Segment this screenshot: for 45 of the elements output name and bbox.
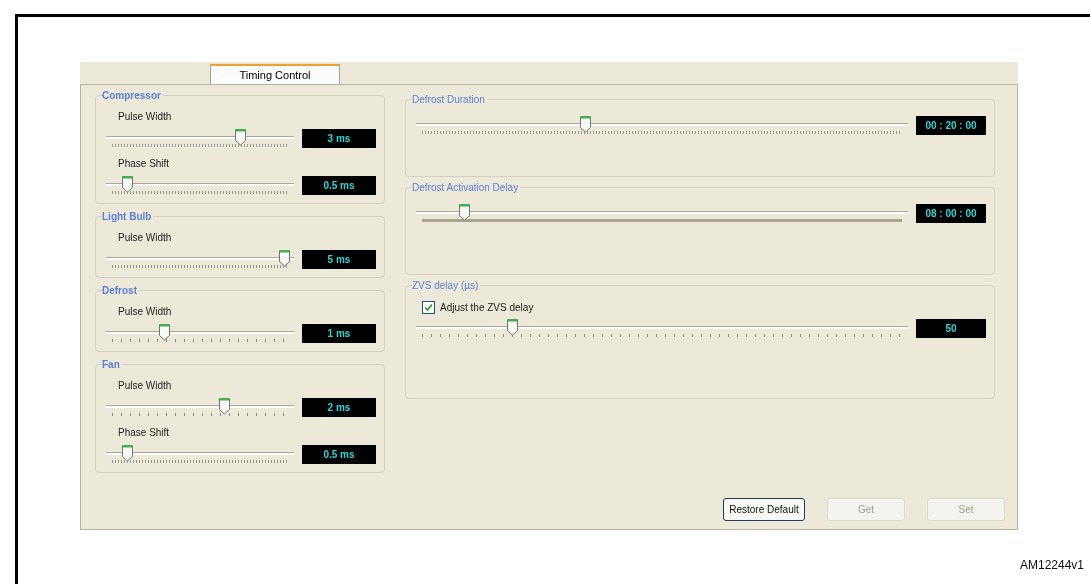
slider-label: Pulse Width	[118, 111, 172, 122]
value-display: 2 ms	[302, 397, 376, 417]
slider[interactable]	[416, 318, 908, 338]
slider[interactable]	[106, 323, 294, 343]
slider-label: Pulse Width	[118, 232, 172, 243]
slider-thumb[interactable]	[459, 203, 471, 221]
slider[interactable]	[416, 115, 908, 135]
value-display: 5 ms	[302, 249, 376, 269]
slider-thumb[interactable]	[219, 397, 231, 415]
action-button[interactable]: Restore Default	[723, 498, 805, 521]
slider-thumb[interactable]	[235, 128, 247, 146]
value-display: 00 : 20 : 00	[916, 115, 986, 135]
slider-thumb[interactable]	[121, 175, 133, 193]
group-title: Fan	[102, 359, 122, 370]
slider-label: Phase Shift	[118, 158, 170, 169]
value-display: 50	[916, 318, 986, 338]
group-title: Compressor	[102, 90, 163, 101]
group-title: Light Bulb	[102, 211, 154, 222]
checkbox[interactable]	[422, 301, 435, 314]
value-display: 0.5 ms	[302, 444, 376, 464]
value-display: 3 ms	[302, 128, 376, 148]
group-title: ZVS delay (µs)	[412, 280, 481, 291]
value-display: 1 ms	[302, 323, 376, 343]
slider[interactable]	[106, 397, 294, 417]
slider[interactable]	[106, 444, 294, 464]
value-display: 0.5 ms	[302, 175, 376, 195]
figure-id: AM12244v1	[1019, 558, 1084, 572]
slider-label: Pulse Width	[118, 380, 172, 391]
slider-thumb[interactable]	[159, 323, 171, 341]
group-title: Defrost Duration	[412, 94, 487, 105]
slider[interactable]	[416, 203, 908, 223]
slider-thumb[interactable]	[507, 318, 519, 336]
tab[interactable]: Timing Control	[210, 64, 340, 84]
slider[interactable]	[106, 175, 294, 195]
slider[interactable]	[106, 249, 294, 269]
checkbox-label: Adjust the ZVS delay	[440, 302, 534, 313]
group-title: Defrost Activation Delay	[412, 182, 521, 193]
slider-label: Pulse Width	[118, 306, 172, 317]
slider-thumb[interactable]	[121, 444, 133, 462]
slider-thumb[interactable]	[279, 249, 291, 267]
group-title: Defrost	[102, 285, 139, 296]
slider-thumb[interactable]	[579, 115, 591, 133]
slider[interactable]	[106, 128, 294, 148]
slider-label: Phase Shift	[118, 427, 170, 438]
value-display: 08 : 00 : 00	[916, 203, 986, 223]
